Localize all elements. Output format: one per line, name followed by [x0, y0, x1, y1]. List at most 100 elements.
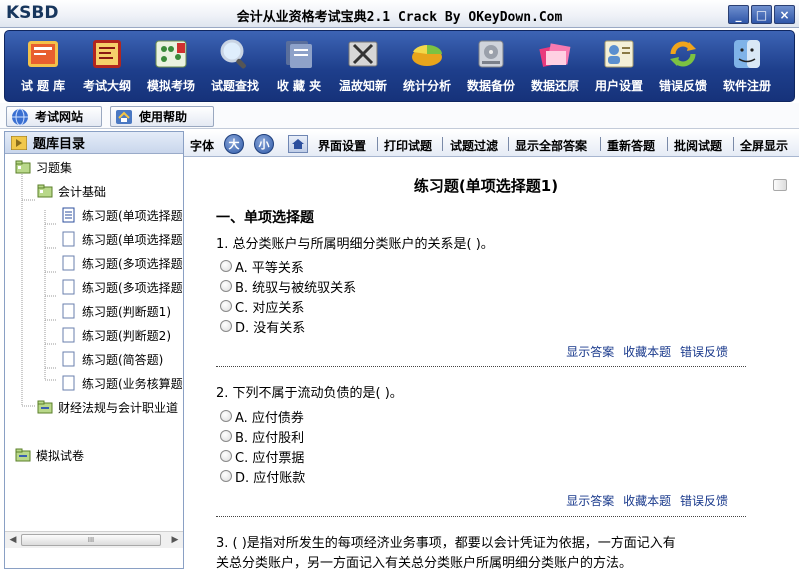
font-label: 字体	[190, 139, 215, 153]
report-error-link[interactable]: 错误反馈	[680, 345, 728, 359]
show-all-answers-link[interactable]: 显示全部答案	[515, 137, 587, 154]
files-icon	[535, 35, 575, 73]
tree-node-exercises[interactable]: 习题集	[15, 157, 72, 177]
separator	[508, 137, 509, 151]
radio-button[interactable]	[220, 470, 232, 482]
tree-node-multi-choice-2[interactable]: 练习题(多项选择题	[61, 277, 183, 297]
scroll-left-icon[interactable]: ◀	[7, 534, 19, 546]
document-icon	[62, 351, 75, 367]
tree-node-label: 练习题(简答题)	[82, 352, 164, 367]
maximize-button[interactable]: □	[751, 5, 772, 24]
print-questions-link[interactable]: 打印试题	[384, 137, 432, 154]
favorite-link[interactable]: 收藏本题	[623, 494, 671, 508]
tree-horizontal-scrollbar[interactable]: ◀ III ▶	[5, 531, 183, 548]
q2-option-a[interactable]: A. 应付债券	[220, 407, 304, 426]
help-label: 使用帮助	[139, 110, 188, 124]
help-button[interactable]: 使用帮助	[110, 106, 214, 127]
separator	[442, 137, 443, 151]
scroll-thumb[interactable]: III	[21, 534, 161, 546]
toolbar-label: 收 藏 夹	[276, 79, 322, 93]
tree-node-label: 练习题(多项选择题	[82, 256, 183, 271]
question-2-text: 2. 下列不属于流动负债的是( )。	[216, 386, 403, 401]
scroll-thumb[interactable]	[773, 179, 787, 191]
toolbar-review[interactable]: 温故知新	[331, 35, 395, 99]
radio-button[interactable]	[220, 320, 232, 332]
filter-questions-link[interactable]: 试题过滤	[450, 137, 498, 154]
tree-node-accounting-basics[interactable]: 会计基础	[37, 181, 106, 201]
tree-node-single-choice-1[interactable]: 练习题(单项选择题	[61, 205, 183, 225]
toolbar-label: 统计分析	[402, 79, 451, 93]
toolbar-restore[interactable]: 数据还原	[523, 35, 587, 99]
document-icon	[62, 303, 75, 319]
q2-option-d[interactable]: D. 应付账款	[220, 467, 305, 486]
tree-node-multi-choice-1[interactable]: 练习题(多项选择题	[61, 253, 183, 273]
tree-node-label: 练习题(判断题1)	[82, 304, 171, 319]
finder-icon	[727, 35, 767, 73]
toolbar-label: 用户设置	[594, 79, 643, 93]
font-smaller-button[interactable]: 小	[254, 134, 274, 154]
toolbar-backup[interactable]: 数据备份	[459, 35, 523, 99]
redo-questions-link[interactable]: 重新答题	[607, 137, 655, 154]
exam-website-label: 考试网站	[35, 110, 84, 124]
q1-option-a[interactable]: A. 平等关系	[220, 257, 304, 276]
tree-node-accounting-problems[interactable]: 练习题(业务核算题	[61, 373, 183, 393]
q1-option-b[interactable]: B. 统驭与被统驭关系	[220, 277, 357, 296]
home-button[interactable]	[288, 135, 308, 153]
grade-questions-link[interactable]: 批阅试题	[674, 137, 722, 154]
favorite-link[interactable]: 收藏本题	[623, 345, 671, 359]
toolbar-label: 考试大纲	[82, 79, 131, 93]
tree-node-true-false-2[interactable]: 练习题(判断题2)	[61, 325, 171, 345]
interface-settings-link[interactable]: 界面设置	[318, 137, 366, 154]
toolbar-question-bank[interactable]: 试 题 库	[11, 35, 75, 99]
option-label: B. 统驭与被统驭关系	[235, 280, 357, 296]
close-button[interactable]: ×	[774, 5, 795, 24]
exam-website-button[interactable]: 考试网站	[6, 106, 102, 127]
radio-button[interactable]	[220, 260, 232, 272]
section-heading: 一、单项选择题	[216, 210, 314, 226]
tree-node-finance-law[interactable]: 财经法规与会计职业道	[37, 397, 178, 417]
main-toolbar: 试 题 库 考试大纲 模拟考场 试题查找 收 藏 夹 温故知新 统计分析 数据备…	[4, 30, 795, 102]
q2-option-b[interactable]: B. 应付股利	[220, 427, 304, 446]
toolbar-favorites[interactable]: 收 藏 夹	[267, 35, 331, 99]
tree-node-mock-papers[interactable]: 模拟试卷	[15, 445, 84, 465]
toolbar-mock-exam[interactable]: 模拟考场	[139, 35, 203, 99]
tree-node-label: 练习题(多项选择题	[82, 280, 183, 295]
font-bigger-button[interactable]: 大	[224, 134, 244, 154]
radio-button[interactable]	[220, 300, 232, 312]
q1-option-c[interactable]: C. 对应关系	[220, 297, 304, 316]
window-title: 会计从业资格考试宝典2.1 Crack By OKeyDown.Com	[236, 10, 563, 25]
radio-button[interactable]	[220, 280, 232, 292]
toolbar-exam-outline[interactable]: 考试大纲	[75, 35, 139, 99]
exam-title: 练习题(单项选择题1)	[413, 177, 559, 195]
toolbar-label: 错误反馈	[658, 79, 707, 93]
toolbar-label: 试 题 库	[20, 79, 66, 93]
fullscreen-link[interactable]: 全屏显示	[740, 137, 788, 154]
scroll-right-icon[interactable]: ▶	[169, 534, 181, 546]
toolbar-search-questions[interactable]: 试题查找	[203, 35, 267, 99]
radio-button[interactable]	[220, 410, 232, 422]
tree-node-single-choice-2[interactable]: 练习题(单项选择题	[61, 229, 183, 249]
show-answer-link[interactable]: 显示答案	[566, 494, 614, 508]
tree-node-label: 模拟试卷	[36, 448, 85, 463]
q2-option-c[interactable]: C. 应付票据	[220, 447, 304, 466]
radio-button[interactable]	[220, 450, 232, 462]
tree-node-label: 练习题(单项选择题	[82, 232, 183, 247]
window-controls: _ □ ×	[728, 5, 795, 24]
minimize-button[interactable]: _	[728, 5, 749, 24]
tree-node-true-false-1[interactable]: 练习题(判断题1)	[61, 301, 171, 321]
tree-node-label: 习题集	[36, 160, 73, 175]
report-error-link[interactable]: 错误反馈	[680, 494, 728, 508]
q1-option-d[interactable]: D. 没有关系	[220, 317, 305, 336]
tree-node-short-answer[interactable]: 练习题(简答题)	[61, 349, 163, 369]
radio-button[interactable]	[220, 430, 232, 442]
toolbar-statistics[interactable]: 统计分析	[395, 35, 459, 99]
toolbar-feedback[interactable]: 错误反馈	[651, 35, 715, 99]
question-3-line-2: 关总分类账户，另一方面记入有关总分类账户所属明细分类账户的方法。	[216, 556, 633, 571]
show-answer-link[interactable]: 显示答案	[566, 345, 614, 359]
globe-icon	[12, 108, 28, 125]
content-vertical-scrollbar[interactable]	[772, 175, 788, 572]
toolbar-user-settings[interactable]: 用户设置	[587, 35, 651, 99]
magnifier-icon	[215, 35, 255, 73]
option-label: A. 应付债券	[235, 410, 304, 426]
toolbar-register[interactable]: 软件注册	[715, 35, 779, 99]
